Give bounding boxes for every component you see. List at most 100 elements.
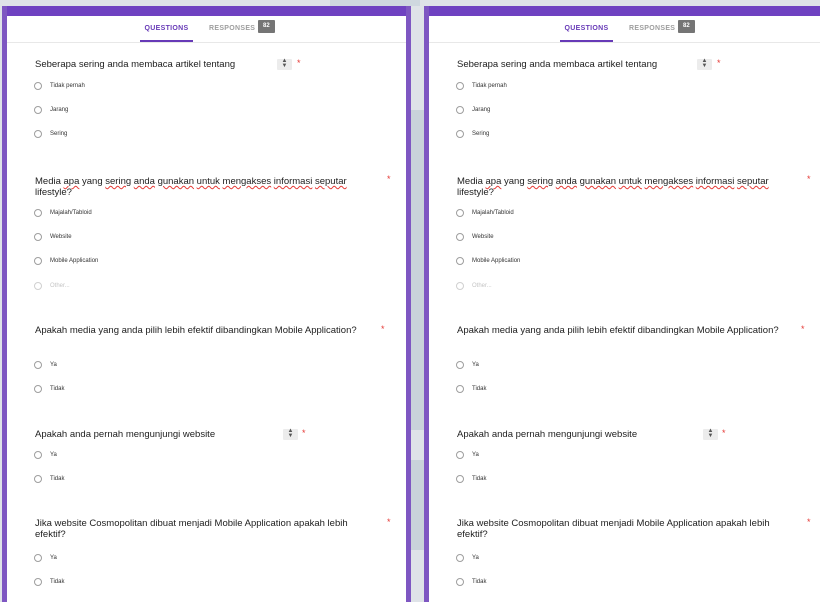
radio-empty-icon[interactable] xyxy=(34,257,42,265)
question-title[interactable]: Seberapa sering anda membaca artikel ten… xyxy=(35,59,365,70)
required-marker: * xyxy=(717,58,721,68)
option-label: Website xyxy=(50,234,72,240)
required-marker: * xyxy=(302,428,306,438)
radio-empty-icon[interactable] xyxy=(456,361,464,369)
radio-empty-icon[interactable] xyxy=(34,451,42,459)
option-label: Jarang xyxy=(50,107,69,113)
radio-empty-icon[interactable] xyxy=(456,282,464,290)
radio-empty-icon[interactable] xyxy=(456,554,464,562)
radio-empty-icon[interactable] xyxy=(34,475,42,483)
option-item[interactable]: Tidak pernah xyxy=(456,82,507,92)
radio-empty-icon[interactable] xyxy=(456,257,464,265)
question-title[interactable]: Apakah anda pernah mengunjungi website xyxy=(457,429,787,440)
option-item[interactable]: Tidak xyxy=(456,385,486,395)
option-item[interactable]: Website xyxy=(456,233,494,243)
option-label: Tidak xyxy=(472,386,487,392)
title-part: informasi xyxy=(695,176,735,187)
radio-empty-icon[interactable] xyxy=(456,82,464,90)
radio-empty-icon[interactable] xyxy=(456,385,464,393)
radio-empty-icon[interactable] xyxy=(34,233,42,241)
option-item[interactable]: Website xyxy=(34,233,72,243)
option-item[interactable]: Sering xyxy=(456,130,489,140)
radio-empty-icon[interactable] xyxy=(34,385,42,393)
required-marker: * xyxy=(387,517,391,527)
option-other[interactable]: Other... xyxy=(456,282,492,292)
question-title[interactable]: Jika website Cosmopolitan dibuat menjadi… xyxy=(35,518,380,540)
radio-empty-icon[interactable] xyxy=(34,106,42,114)
radio-empty-icon[interactable] xyxy=(34,82,42,90)
tab-questions[interactable]: QUESTIONS xyxy=(140,16,193,42)
question-title[interactable]: Apakah anda pernah mengunjungi website xyxy=(35,429,365,440)
radio-empty-icon[interactable] xyxy=(456,209,464,217)
title-part: untuk xyxy=(196,176,220,187)
option-item[interactable]: Mobile Application xyxy=(456,257,520,267)
title-part: mengakses xyxy=(222,176,272,187)
option-item[interactable]: Ya xyxy=(34,451,57,461)
option-item[interactable]: Tidak xyxy=(34,578,64,588)
tab-responses[interactable]: RESPONSES xyxy=(629,16,675,42)
option-item[interactable]: Sering xyxy=(34,130,67,140)
radio-empty-icon[interactable] xyxy=(456,578,464,586)
title-part: untuk xyxy=(618,176,642,187)
radio-empty-icon[interactable] xyxy=(34,578,42,586)
title-part: yang xyxy=(79,176,106,187)
option-label: Sering xyxy=(472,131,490,137)
question-title[interactable]: Media apa yang sering anda gunakan untuk… xyxy=(457,176,802,198)
option-item[interactable]: Ya xyxy=(34,361,57,371)
tab-questions[interactable]: QUESTIONS xyxy=(560,16,613,42)
required-marker: * xyxy=(801,324,805,334)
radio-empty-icon[interactable] xyxy=(34,282,42,290)
option-item[interactable]: Tidak xyxy=(34,385,64,395)
background-strip xyxy=(410,110,424,430)
up-down-arrows-icon[interactable]: ▲ ▼ xyxy=(697,58,712,70)
required-marker: * xyxy=(387,174,391,184)
question-title[interactable]: Apakah media yang anda pilih lebih efekt… xyxy=(35,325,395,336)
option-label: Ya xyxy=(472,362,479,368)
title-part: sering xyxy=(527,176,554,187)
option-label: Mobile Application xyxy=(472,258,521,264)
option-label: Tidak xyxy=(472,476,487,482)
radio-empty-icon[interactable] xyxy=(456,106,464,114)
radio-empty-icon[interactable] xyxy=(456,130,464,138)
question-title[interactable]: Seberapa sering anda membaca artikel ten… xyxy=(457,59,787,70)
background-strip xyxy=(410,460,424,550)
option-label: Jarang xyxy=(472,107,491,113)
option-label: Tidak xyxy=(472,579,487,585)
title-part: anda xyxy=(133,176,155,187)
required-marker: * xyxy=(722,428,726,438)
radio-empty-icon[interactable] xyxy=(34,209,42,217)
title-part: anda xyxy=(555,176,577,187)
radio-empty-icon[interactable] xyxy=(34,554,42,562)
up-down-arrows-icon[interactable]: ▲ ▼ xyxy=(277,58,292,70)
option-item[interactable]: Ya xyxy=(34,554,57,564)
radio-empty-icon[interactable] xyxy=(456,451,464,459)
option-item[interactable]: Tidak xyxy=(456,578,486,588)
option-item[interactable]: Mobile Application xyxy=(34,257,98,267)
up-down-arrows-icon[interactable]: ▲ ▼ xyxy=(283,428,298,440)
option-other[interactable]: Other... xyxy=(34,282,70,292)
tab-responses[interactable]: RESPONSES xyxy=(209,16,255,42)
question-title[interactable]: Jika website Cosmopolitan dibuat menjadi… xyxy=(457,518,802,540)
option-item[interactable]: Majalah/Tabloid xyxy=(34,209,92,219)
radio-empty-icon[interactable] xyxy=(456,233,464,241)
option-item[interactable]: Majalah/Tabloid xyxy=(456,209,514,219)
up-down-arrows-icon[interactable]: ▲ ▼ xyxy=(703,428,718,440)
radio-empty-icon[interactable] xyxy=(456,475,464,483)
question-title[interactable]: Apakah media yang anda pilih lebih efekt… xyxy=(457,325,817,336)
radio-empty-icon[interactable] xyxy=(34,130,42,138)
option-item[interactable]: Jarang xyxy=(456,106,490,116)
option-item[interactable]: Tidak xyxy=(456,475,486,485)
option-label: Majalah/Tabloid xyxy=(472,210,514,216)
question-title[interactable]: Media apa yang sering anda gunakan untuk… xyxy=(35,176,395,198)
option-item[interactable]: Ya xyxy=(456,361,479,371)
option-item[interactable]: Ya xyxy=(456,451,479,461)
option-item[interactable]: Jarang xyxy=(34,106,68,116)
option-label: Ya xyxy=(50,555,57,561)
option-label: Ya xyxy=(472,555,479,561)
option-item[interactable]: Ya xyxy=(456,554,479,564)
option-item[interactable]: Tidak pernah xyxy=(34,82,85,92)
option-label: Majalah/Tabloid xyxy=(50,210,92,216)
option-item[interactable]: Tidak xyxy=(34,475,64,485)
radio-empty-icon[interactable] xyxy=(34,361,42,369)
form-editor-panel-left: QUESTIONS RESPONSES 82 Seberapa sering a… xyxy=(2,6,411,602)
